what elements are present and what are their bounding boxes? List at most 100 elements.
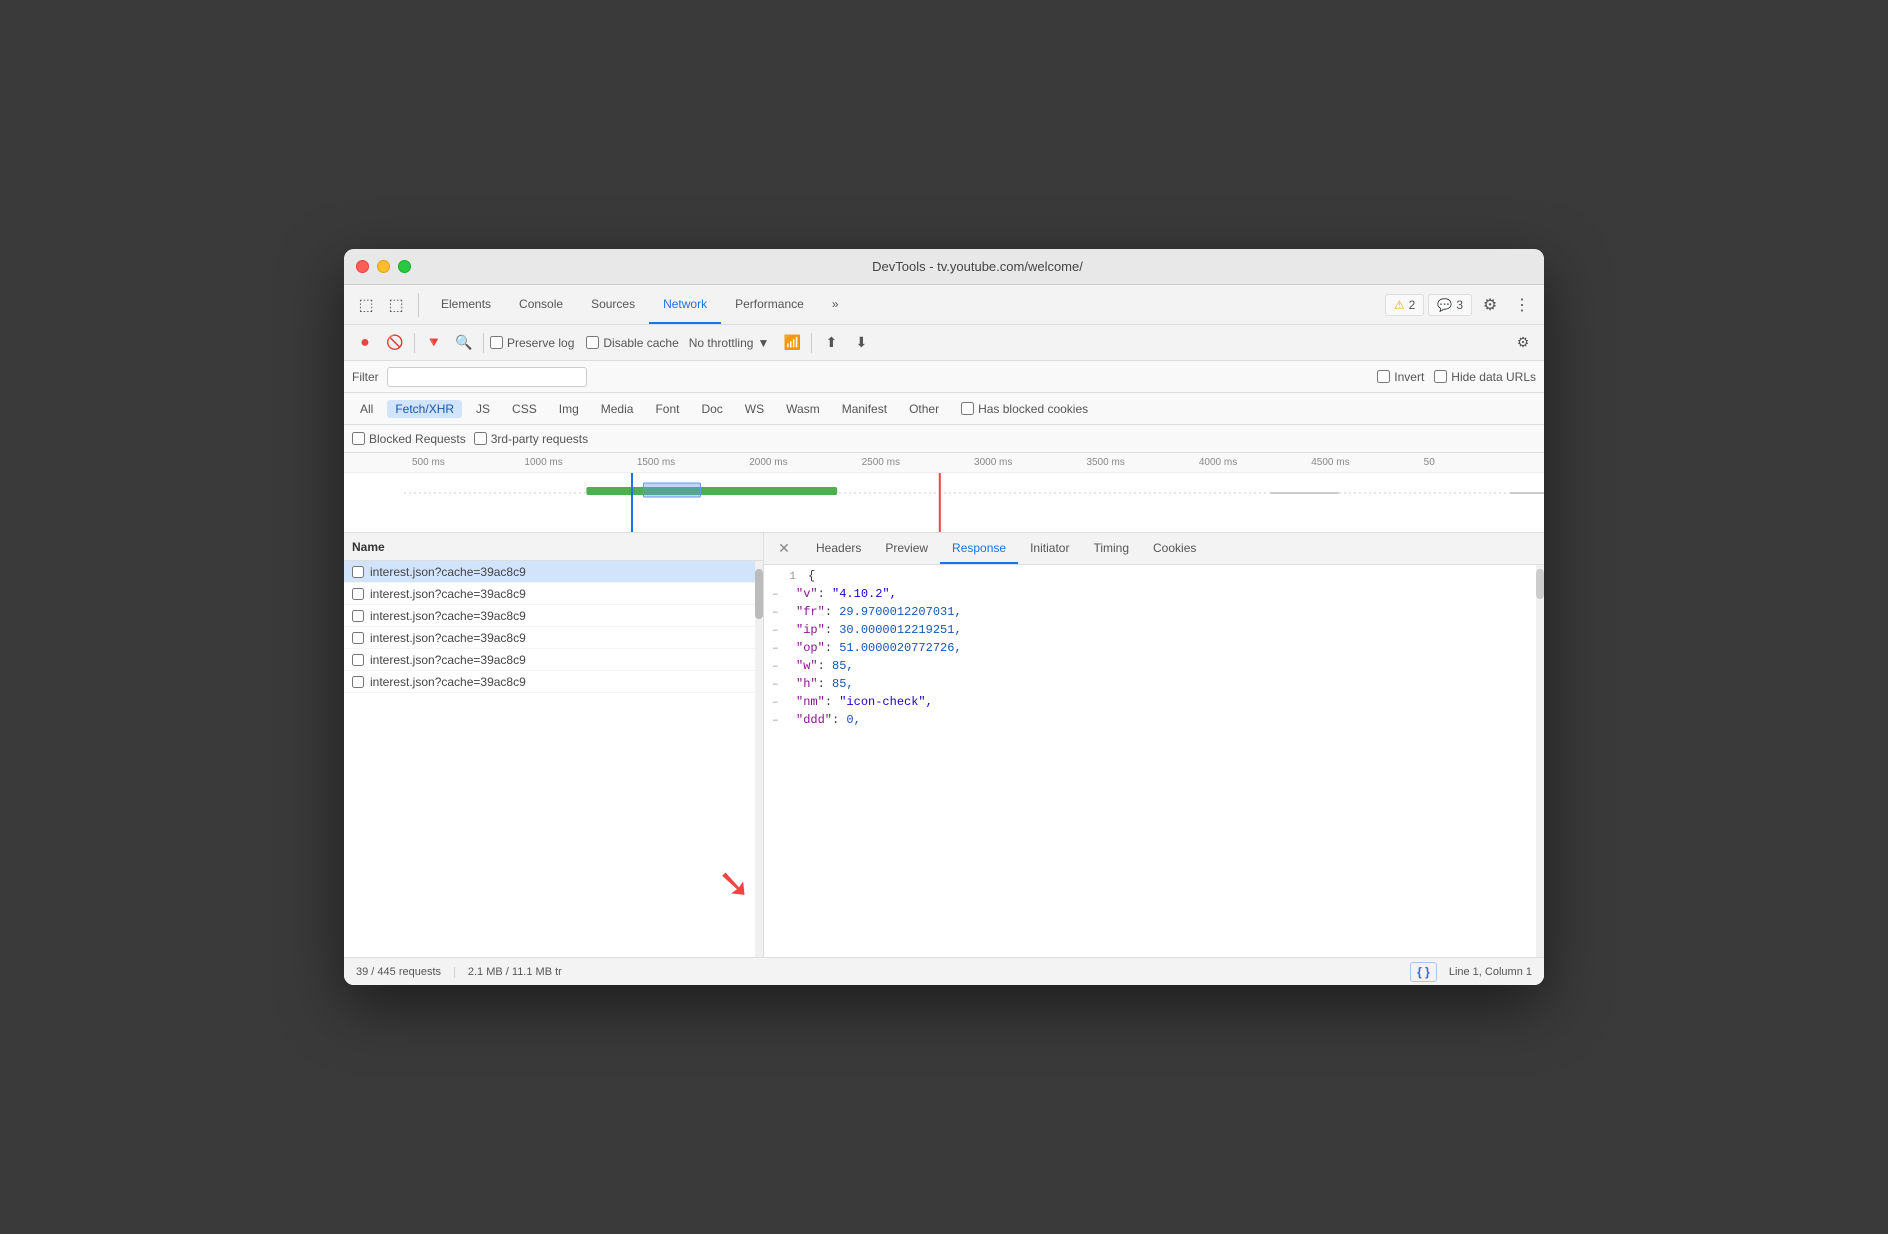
line-dash-ip: – — [772, 625, 784, 637]
tab-console[interactable]: Console — [505, 285, 577, 324]
extra-filter-row: Blocked Requests 3rd-party requests — [344, 425, 1544, 453]
has-blocked-cookies-checkbox[interactable] — [961, 402, 974, 415]
request-name-0: interest.json?cache=39ac8c9 — [370, 565, 526, 579]
type-btn-wasm[interactable]: Wasm — [778, 400, 828, 418]
invert-checkbox[interactable] — [1377, 370, 1390, 383]
type-btn-doc[interactable]: Doc — [693, 400, 730, 418]
more-icon[interactable]: ⋮ — [1508, 291, 1536, 319]
filter-icon[interactable]: 🔻 — [421, 330, 447, 356]
tab-sources[interactable]: Sources — [577, 285, 649, 324]
request-item-3[interactable]: interest.json?cache=39ac8c9 — [344, 627, 763, 649]
code-line-1: 1 { — [764, 569, 1544, 587]
disable-cache-label: Disable cache — [603, 336, 678, 350]
invert-option: Invert — [1377, 370, 1424, 384]
line-dash-w: – — [772, 661, 784, 673]
top-nav: ⬚ ⬚ Elements Console Sources Network Per… — [344, 285, 1544, 325]
toolbar-sep-2 — [483, 333, 484, 353]
format-button[interactable]: { } — [1410, 962, 1437, 982]
warning-icon: ⚠ — [1394, 298, 1405, 312]
network-toolbar: ● 🚫 🔻 🔍 Preserve log Disable cache No th… — [344, 325, 1544, 361]
response-tab-initiator[interactable]: Initiator — [1018, 533, 1081, 564]
tab-network[interactable]: Network — [649, 285, 721, 324]
cursor-icon[interactable]: ⬚ — [352, 291, 380, 319]
search-icon[interactable]: 🔍 — [451, 330, 477, 356]
minimize-button[interactable] — [377, 260, 390, 273]
response-tab-response[interactable]: Response — [940, 533, 1018, 564]
request-item-4[interactable]: interest.json?cache=39ac8c9 — [344, 649, 763, 671]
timeline-bars — [404, 481, 1544, 501]
ruler-mark-9: 50 — [1424, 457, 1536, 468]
download-icon[interactable]: ⬇ — [848, 330, 874, 356]
upload-icon[interactable]: ⬆ — [818, 330, 844, 356]
preserve-log-label: Preserve log — [507, 336, 574, 350]
type-btn-other[interactable]: Other — [901, 400, 947, 418]
tab-more[interactable]: » — [818, 285, 853, 324]
settings-icon[interactable]: ⚙ — [1476, 291, 1504, 319]
code-colon-ddd: : — [832, 713, 846, 727]
comment-badge[interactable]: 💬 3 — [1428, 294, 1472, 316]
position-status: Line 1, Column 1 — [1449, 966, 1532, 978]
third-party-checkbox[interactable] — [474, 432, 487, 445]
request-checkbox-2[interactable] — [352, 610, 364, 622]
response-scrollbar-thumb[interactable] — [1536, 569, 1544, 599]
code-colon-ip: : — [825, 623, 839, 637]
scrollbar-thumb[interactable] — [755, 569, 763, 619]
request-name-1: interest.json?cache=39ac8c9 — [370, 587, 526, 601]
code-key-ip: "ip" — [796, 623, 825, 637]
ruler-mark-4: 2500 ms — [862, 457, 974, 468]
close-button[interactable] — [356, 260, 369, 273]
preserve-log-checkbox[interactable] — [490, 336, 503, 349]
response-tab-timing[interactable]: Timing — [1081, 533, 1141, 564]
type-btn-manifest[interactable]: Manifest — [834, 400, 895, 418]
tab-performance[interactable]: Performance — [721, 285, 818, 324]
disable-cache-checkbox[interactable] — [586, 336, 599, 349]
type-btn-css[interactable]: CSS — [504, 400, 545, 418]
toolbar-sep-3 — [811, 333, 812, 353]
maximize-button[interactable] — [398, 260, 411, 273]
tab-elements[interactable]: Elements — [427, 285, 505, 324]
response-content[interactable]: 1 { – "v" : "4.10.2", – "fr" : — [764, 565, 1544, 957]
settings-gear-icon[interactable]: ⚙ — [1510, 330, 1536, 356]
request-checkbox-3[interactable] — [352, 632, 364, 644]
type-btn-ws[interactable]: WS — [737, 400, 772, 418]
request-item-5[interactable]: interest.json?cache=39ac8c9 — [344, 671, 763, 693]
invert-label: Invert — [1394, 370, 1424, 384]
type-btn-font[interactable]: Font — [647, 400, 687, 418]
request-checkbox-5[interactable] — [352, 676, 364, 688]
response-tab-headers[interactable]: Headers — [804, 533, 873, 564]
type-btn-fetch-xhr[interactable]: Fetch/XHR — [387, 400, 462, 418]
request-checkbox-0[interactable] — [352, 566, 364, 578]
request-item-1[interactable]: interest.json?cache=39ac8c9 — [344, 583, 763, 605]
device-icon[interactable]: ⬚ — [382, 291, 410, 319]
type-btn-all[interactable]: All — [352, 400, 381, 418]
filter-input[interactable] — [387, 367, 587, 387]
code-val-op: 51.0000020772726, — [839, 641, 961, 655]
close-panel-button[interactable]: ✕ — [772, 537, 796, 561]
request-list[interactable]: interest.json?cache=39ac8c9 interest.jso… — [344, 561, 763, 957]
blocked-requests-checkbox[interactable] — [352, 432, 365, 445]
line-dash-nm: – — [772, 697, 784, 709]
ruler-marks: 500 ms 1000 ms 1500 ms 2000 ms 2500 ms 3… — [352, 457, 1536, 468]
timeline-area: 500 ms 1000 ms 1500 ms 2000 ms 2500 ms 3… — [344, 453, 1544, 533]
throttle-select[interactable]: No throttling ▼ — [683, 334, 776, 352]
type-btn-media[interactable]: Media — [593, 400, 642, 418]
timeline-content[interactable] — [344, 473, 1544, 533]
wifi-icon[interactable]: 📶 — [779, 330, 805, 356]
request-item-2[interactable]: interest.json?cache=39ac8c9 — [344, 605, 763, 627]
type-btn-js[interactable]: JS — [468, 400, 498, 418]
status-sep-1: | — [453, 966, 456, 978]
record-button[interactable]: ● — [352, 330, 378, 356]
code-val-nm: "icon-check", — [839, 695, 933, 709]
request-item-0[interactable]: interest.json?cache=39ac8c9 — [344, 561, 763, 583]
red-arrow: ➘ — [717, 861, 751, 907]
request-checkbox-1[interactable] — [352, 588, 364, 600]
response-tab-cookies[interactable]: Cookies — [1141, 533, 1208, 564]
code-val-w: 85, — [832, 659, 854, 673]
clear-button[interactable]: 🚫 — [382, 330, 408, 356]
code-line-ddd: – "ddd" : 0, — [764, 713, 1544, 731]
hide-data-urls-checkbox[interactable] — [1434, 370, 1447, 383]
response-tab-preview[interactable]: Preview — [873, 533, 940, 564]
request-checkbox-4[interactable] — [352, 654, 364, 666]
warning-badge[interactable]: ⚠ 2 — [1385, 294, 1424, 316]
type-btn-img[interactable]: Img — [551, 400, 587, 418]
